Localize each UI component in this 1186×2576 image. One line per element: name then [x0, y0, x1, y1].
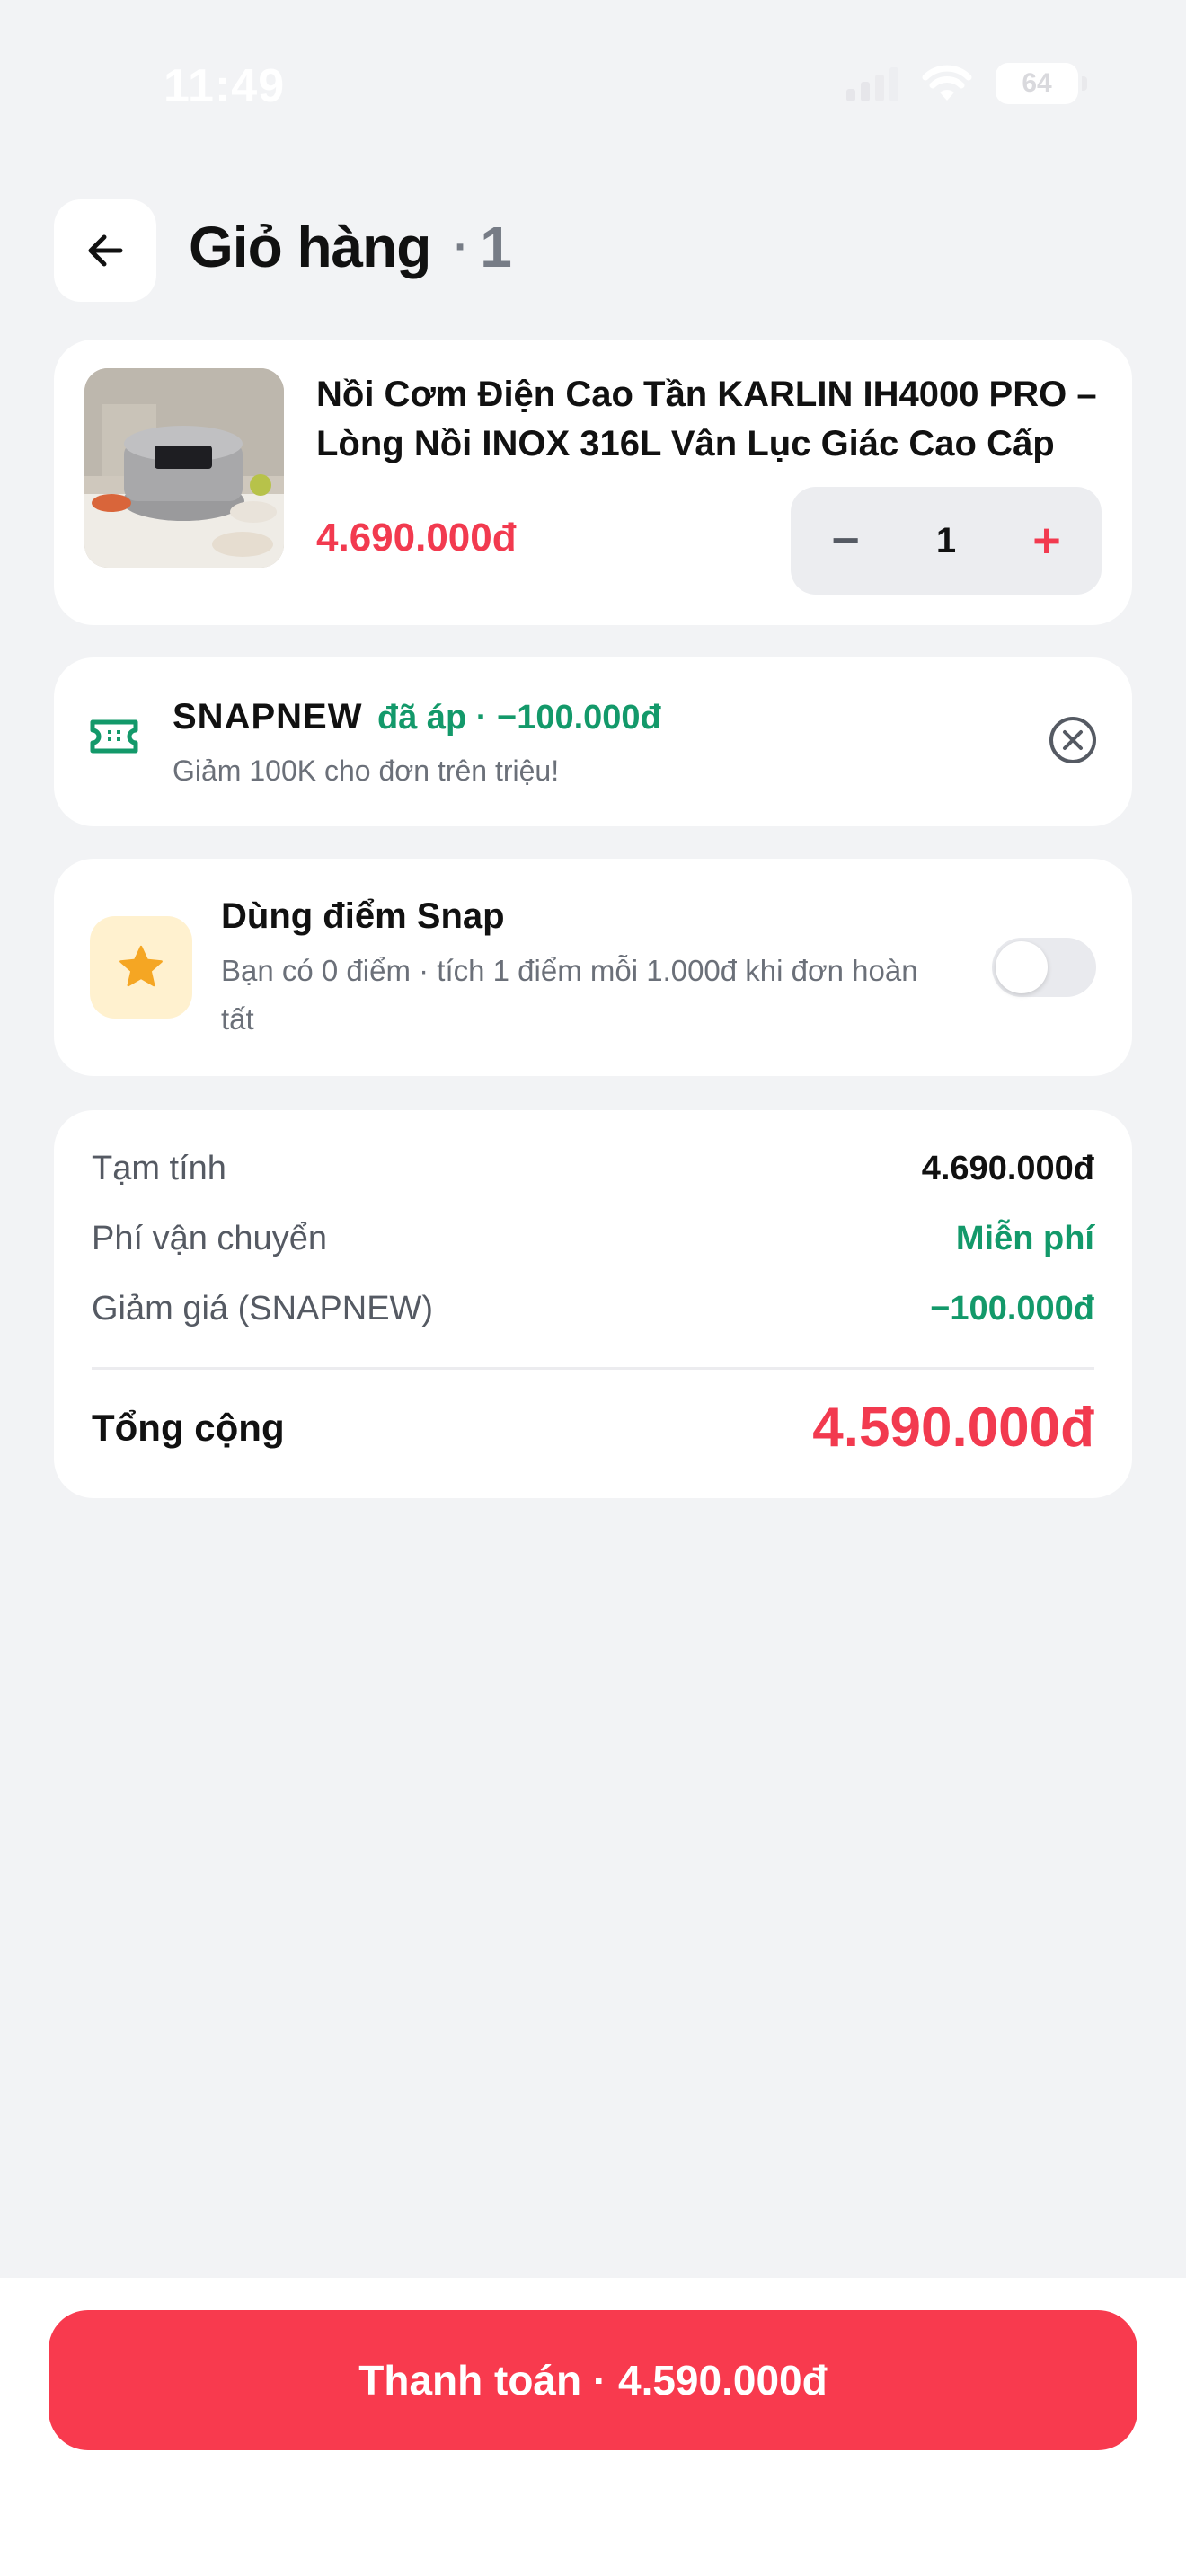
- shipping-label: Phí vận chuyển: [92, 1220, 327, 1257]
- coupon-card: SNAPNEW đã áp · −100.000đ Giảm 100K cho …: [54, 657, 1132, 826]
- star-icon: [119, 945, 163, 987]
- increase-quantity-button[interactable]: +: [1024, 516, 1069, 565]
- snap-points-card: Dùng điểm Snap Bạn có 0 điểm · tích 1 đi…: [54, 859, 1132, 1076]
- product-name[interactable]: Nồi Cơm Điện Cao Tần KARLIN IH4000 PRO –…: [316, 370, 1107, 469]
- points-description: Bạn có 0 điểm · tích 1 điểm mỗi 1.000đ k…: [221, 954, 918, 1036]
- discount-label: Giảm giá (SNAPNEW): [92, 1290, 434, 1328]
- wifi-icon: [922, 65, 972, 101]
- total-label: Tổng cộng: [92, 1406, 285, 1449]
- shipping-value: Miễn phí: [955, 1220, 1094, 1257]
- quantity-value: 1: [935, 520, 957, 560]
- product-price: 4.690.000đ: [316, 516, 517, 560]
- remove-coupon-button[interactable]: [1048, 715, 1098, 765]
- points-icon-container: [90, 916, 192, 1019]
- checkout-button[interactable]: Thanh toán · 4.590.000đ: [49, 2310, 1137, 2450]
- discount-value: −100.000đ: [930, 1290, 1094, 1328]
- status-time: 11:49: [164, 60, 286, 112]
- discount-row: Giảm giá (SNAPNEW) −100.000đ: [92, 1290, 1094, 1328]
- status-bar: 11:49 64: [0, 0, 1186, 171]
- page-title: Giỏ hàng · 1: [189, 214, 512, 280]
- subtotal-value: 4.690.000đ: [921, 1150, 1094, 1187]
- battery-level: 64: [1022, 68, 1052, 98]
- toggle-knob: [996, 941, 1048, 993]
- subtotal-label: Tạm tính: [92, 1150, 226, 1187]
- bottom-checkout-bar: Thanh toán · 4.590.000đ: [0, 2278, 1186, 2576]
- total-row: Tổng cộng 4.590.000đ: [92, 1396, 1094, 1460]
- subtotal-row: Tạm tính 4.690.000đ: [92, 1150, 1094, 1188]
- product-image[interactable]: [84, 368, 284, 568]
- coupon-code: SNAPNEW: [173, 697, 363, 737]
- cart-item-card: Nồi Cơm Điện Cao Tần KARLIN IH4000 PRO –…: [54, 340, 1132, 625]
- shipping-row: Phí vận chuyển Miễn phí: [92, 1220, 1094, 1258]
- rice-cooker-photo: [84, 368, 284, 568]
- status-icons: 64: [846, 63, 1087, 104]
- points-title: Dùng điểm Snap: [221, 896, 505, 936]
- page-title-text: Giỏ hàng: [189, 215, 431, 279]
- title-separator: ·: [454, 223, 468, 271]
- summary-divider: [92, 1367, 1094, 1370]
- coupon-applied-text: đã áp · −100.000đ: [377, 699, 661, 737]
- battery-icon: 64: [996, 63, 1087, 104]
- cellular-signal-icon: [846, 66, 898, 101]
- coupon-description: Giảm 100K cho đơn trên triệu!: [173, 754, 560, 787]
- ticket-icon: [90, 719, 138, 754]
- order-summary-card: Tạm tính 4.690.000đ Phí vận chuyển Miễn …: [54, 1110, 1132, 1498]
- use-points-toggle[interactable]: [992, 938, 1096, 997]
- cart-count: 1: [480, 215, 512, 279]
- quantity-stepper: − 1 +: [791, 487, 1102, 595]
- arrow-left-icon: [88, 234, 123, 267]
- total-value: 4.590.000đ: [812, 1397, 1094, 1459]
- decrease-quantity-button[interactable]: −: [823, 516, 868, 565]
- back-button[interactable]: [54, 199, 156, 302]
